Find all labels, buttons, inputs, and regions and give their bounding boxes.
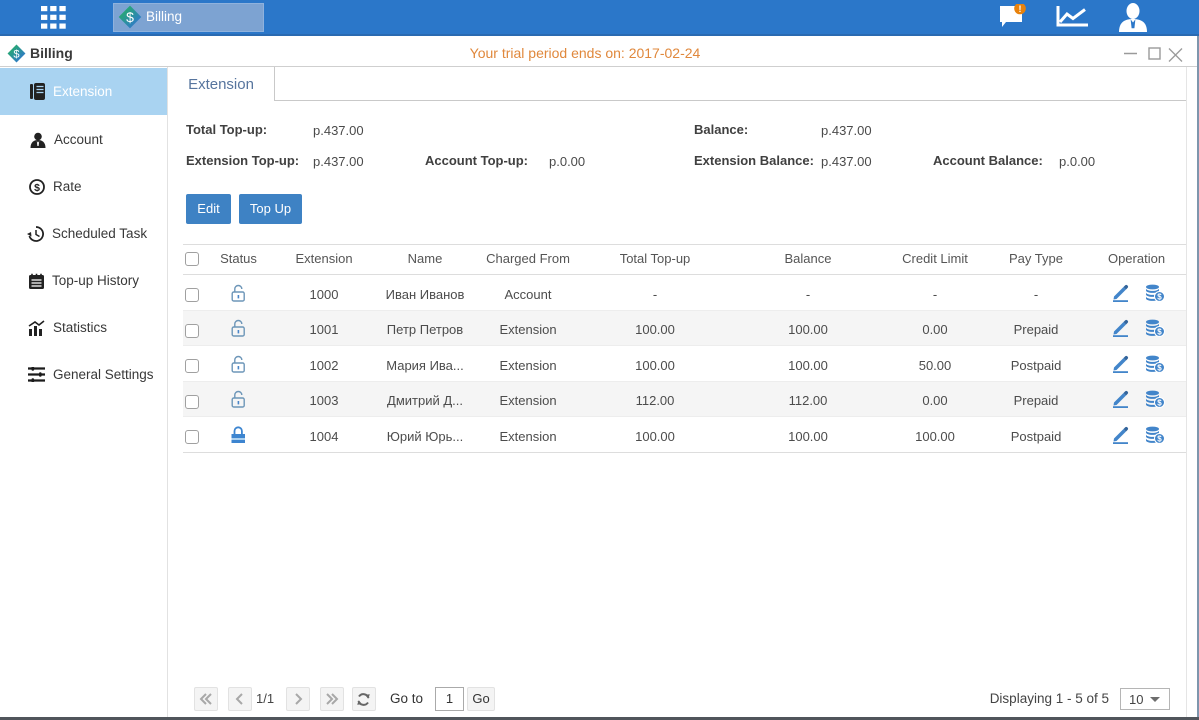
svg-text:$: $ <box>1157 399 1162 408</box>
svg-text:$: $ <box>1157 434 1162 443</box>
svg-text:$: $ <box>34 182 40 194</box>
svg-text:$: $ <box>1157 328 1162 337</box>
svg-text:$: $ <box>1157 363 1162 372</box>
svg-text:!: ! <box>1019 4 1022 14</box>
svg-text:$: $ <box>1157 292 1162 301</box>
svg-text:$: $ <box>126 9 134 25</box>
